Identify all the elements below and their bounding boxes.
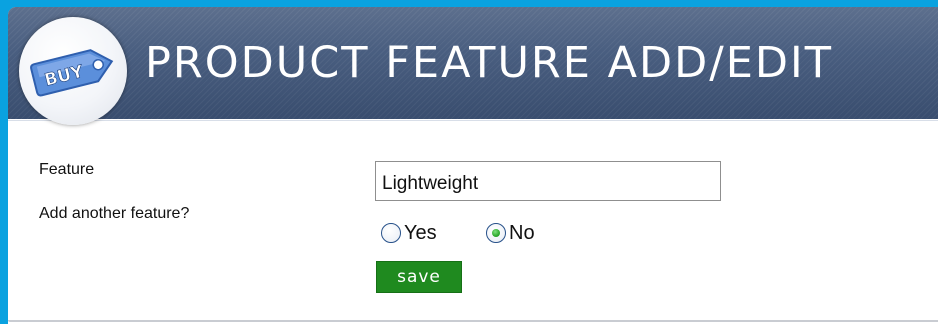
radio-yes[interactable]: Yes bbox=[381, 219, 437, 247]
buy-tag-logo: BUY bbox=[19, 17, 127, 125]
page-title: PRODUCT FEATURE ADD/EDIT bbox=[145, 38, 833, 88]
radio-yes-label[interactable]: Yes bbox=[404, 222, 437, 245]
feature-label: Feature bbox=[39, 161, 95, 178]
save-button[interactable]: save bbox=[376, 261, 462, 293]
radio-no[interactable]: No bbox=[486, 219, 535, 247]
feature-form: Feature Add another feature? Yes No save bbox=[8, 120, 938, 321]
feature-input[interactable] bbox=[375, 161, 721, 201]
radio-no-label[interactable]: No bbox=[509, 222, 535, 245]
panel-bottom-border bbox=[8, 320, 938, 322]
page-header: BUY PRODUCT FEATURE ADD/EDIT bbox=[8, 7, 938, 125]
radio-unchecked-icon[interactable] bbox=[381, 223, 401, 243]
add-another-feature-label: Add another feature? bbox=[39, 205, 190, 222]
radio-selected-dot bbox=[492, 229, 500, 237]
buy-tag-icon: BUY bbox=[30, 49, 114, 97]
radio-checked-icon[interactable] bbox=[486, 223, 506, 243]
page-frame: BUY PRODUCT FEATURE ADD/EDIT Feature Add… bbox=[8, 7, 938, 324]
